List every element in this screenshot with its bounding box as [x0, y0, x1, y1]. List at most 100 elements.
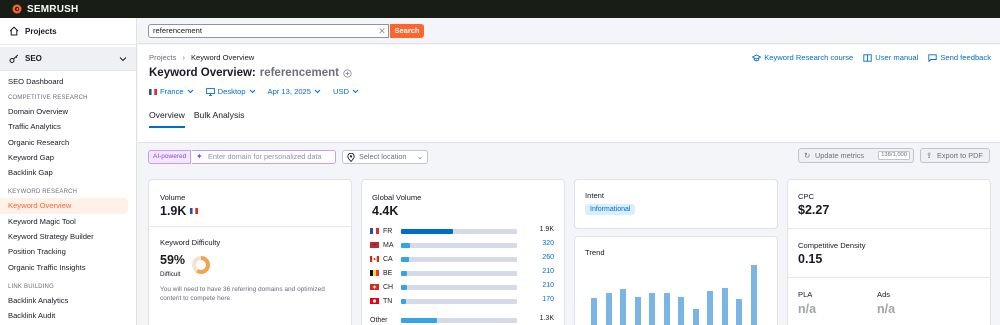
send-feedback-link[interactable]: Send feedback — [928, 53, 991, 62]
trend-bar[interactable] — [721, 287, 728, 325]
location-select[interactable]: Select location ⌄ — [342, 150, 428, 164]
date-filter[interactable]: Apr 13, 2025 — [268, 87, 322, 96]
fr-flag-icon — [370, 228, 379, 234]
actions-row: AI-powered ✦ Enter domain for personaliz… — [138, 144, 1000, 168]
sidebar-item-seo-dashboard[interactable]: SEO Dashboard — [0, 74, 136, 90]
page-header: Projects › Keyword Overview Keyword Rese… — [138, 45, 1000, 143]
search-button[interactable]: Search — [390, 24, 424, 38]
country-volume-value[interactable]: 210 — [524, 268, 554, 275]
sidebar-projects-label: Projects — [25, 26, 57, 36]
book-icon — [863, 53, 872, 62]
date-filter-label: Apr 13, 2025 — [267, 87, 312, 96]
kd-value: 59% — [160, 253, 186, 267]
sidebar-item-backlink-analytics[interactable]: Backlink Analytics — [0, 293, 136, 308]
tab-overview[interactable]: Overview — [149, 110, 185, 128]
country-volume-value[interactable]: 260 — [524, 254, 554, 261]
france-flag-icon — [149, 88, 157, 95]
country-volume-value[interactable]: 320 — [524, 240, 554, 247]
sidebar-item-domain-overview[interactable]: Domain Overview — [0, 104, 136, 119]
sidebar-item-keyword-gap[interactable]: Keyword Gap — [0, 150, 136, 165]
trend-chart — [591, 265, 761, 325]
user-manual-link[interactable]: User manual — [863, 53, 918, 62]
sidebar-item-organic-traffic-insights[interactable]: Organic Traffic Insights — [0, 260, 136, 275]
personalized-domain-placeholder: Enter domain for personalized data — [208, 152, 322, 161]
sidebar-item-keyword-overview[interactable]: Keyword Overview — [0, 198, 128, 214]
country-volume-value[interactable]: 170 — [524, 296, 554, 303]
country-share-fill — [401, 243, 411, 248]
trend-bar[interactable] — [634, 297, 641, 325]
trend-bar[interactable] — [605, 292, 612, 325]
trend-bar[interactable] — [678, 297, 684, 325]
trend-bar[interactable] — [591, 298, 597, 325]
sidebar-item-backlink-gap[interactable]: Backlink Gap — [0, 165, 136, 180]
country-share-fill — [401, 271, 408, 276]
trend-bar[interactable] — [750, 265, 757, 325]
sidebar-item-position-tracking[interactable]: Position Tracking — [0, 244, 136, 259]
export-pdf-button[interactable]: ⇪ Export to PDF — [920, 148, 990, 163]
breadcrumb-projects[interactable]: Projects — [149, 53, 176, 62]
sidebar-item-traffic-analytics[interactable]: Traffic Analytics — [0, 119, 136, 134]
chat-icon — [928, 53, 937, 62]
export-icon: ⇪ — [926, 151, 933, 160]
desktop-icon — [205, 87, 215, 96]
ads-value: n/a — [877, 302, 896, 316]
sidebar-item-organic-research[interactable]: Organic Research — [0, 135, 136, 150]
sidebar-seo-group[interactable]: SEO — [0, 47, 136, 71]
kd-label: Keyword Difficulty — [160, 238, 221, 247]
user-manual-label: User manual — [875, 53, 919, 62]
clear-icon[interactable]: ✕ — [375, 24, 389, 38]
cpc-card: CPC $2.27 Competitive Density 0.15 PLA n… — [787, 179, 991, 325]
keyword-research-course-link[interactable]: Keyword Research course — [752, 53, 853, 62]
trend-bar[interactable] — [736, 299, 742, 325]
top-links: Keyword Research course User manual Send… — [752, 53, 991, 62]
trend-bar[interactable] — [663, 292, 670, 325]
trend-card: Trend — [574, 236, 778, 325]
country-share-fill — [401, 318, 437, 323]
sidebar-item-keyword-strategy-builder[interactable]: Keyword Strategy Builder — [0, 229, 136, 244]
sidebar-item-keyword-magic-tool[interactable]: Keyword Magic Tool — [0, 214, 136, 229]
trend-label: Trend — [585, 248, 605, 257]
keyword-search-input[interactable]: referencement — [148, 24, 389, 38]
country-volume-value[interactable]: 210 — [524, 282, 554, 289]
currency-filter[interactable]: USD — [333, 87, 359, 96]
send-feedback-label: Send feedback — [940, 53, 991, 62]
tab-bulk-analysis[interactable]: Bulk Analysis — [194, 110, 245, 128]
country-share-fill — [401, 257, 410, 262]
cpc-value: $2.27 — [798, 203, 830, 217]
sidebar-projects[interactable]: Projects — [0, 18, 136, 45]
sidebar-section-competitive-research: COMPETITIVE RESEARCH — [8, 95, 88, 101]
add-icon[interactable] — [343, 68, 352, 78]
intent-badge[interactable]: Informational — [585, 204, 636, 215]
country-code: TN — [383, 297, 393, 305]
search-bar: referencement ✕ Search — [138, 18, 1000, 44]
competitive-density-value: 0.15 — [798, 252, 823, 266]
semrush-logo[interactable]: SEMRUSH — [11, 4, 78, 15]
update-metrics-button[interactable]: ↻ Update metrics 138/1,000 — [798, 148, 914, 163]
sidebar-item-backlink-audit[interactable]: Backlink Audit — [0, 308, 136, 323]
country-share-bar — [401, 243, 517, 248]
personalized-domain-input[interactable]: ✦ Enter domain for personalized data — [192, 150, 336, 164]
device-filter[interactable]: Desktop — [205, 87, 256, 96]
country-row: FR 1.9K — [370, 225, 554, 237]
trend-bar[interactable] — [692, 308, 699, 325]
volume-label: Volume — [160, 193, 186, 202]
page-title-prefix: Keyword Overview: — [149, 67, 256, 79]
pla-value: n/a — [798, 302, 817, 316]
country-share-fill — [401, 299, 407, 304]
be-flag-icon — [370, 270, 379, 276]
trend-bar[interactable] — [620, 289, 626, 325]
database-filter-label: France — [160, 87, 184, 96]
ads-label: Ads — [877, 290, 891, 299]
intent-label: Intent — [585, 191, 604, 200]
chevron-down-icon: ⌄ — [416, 152, 423, 161]
volume-value: 1.9K — [160, 204, 187, 218]
trend-bar[interactable] — [707, 291, 713, 325]
sidebar-section-link-building: LINK BUILDING — [8, 283, 54, 290]
database-filter[interactable]: France — [149, 87, 194, 96]
france-flag-icon — [190, 208, 199, 214]
country-row: TN 170 — [370, 295, 554, 307]
currency-filter-label: USD — [333, 87, 350, 96]
trend-bar[interactable] — [649, 292, 655, 325]
competitive-density-label: Competitive Density — [798, 241, 866, 250]
country-share-bar — [401, 299, 517, 304]
